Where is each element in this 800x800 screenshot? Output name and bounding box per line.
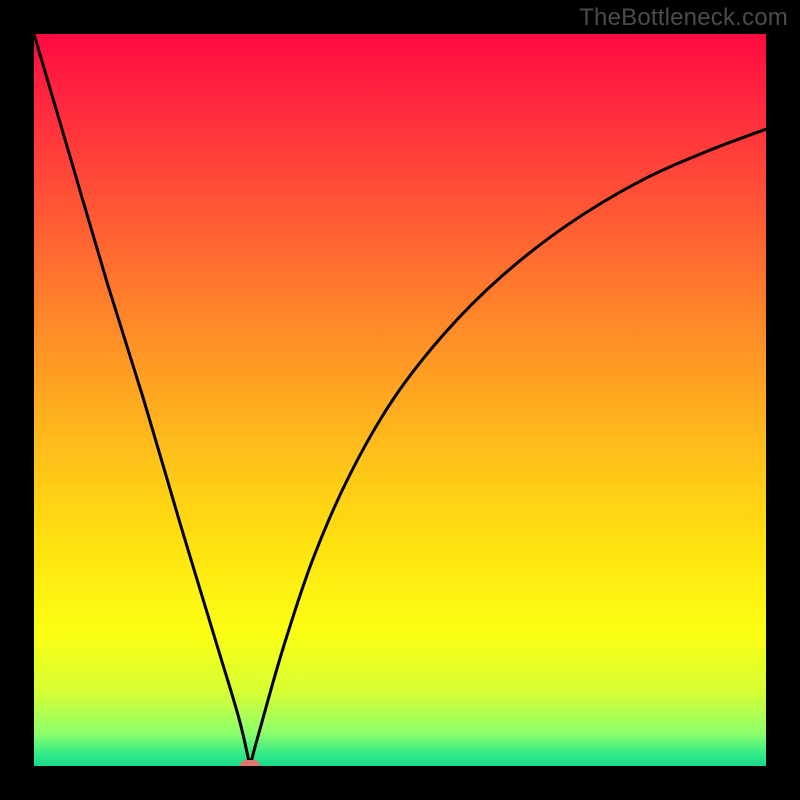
watermark-text: TheBottleneck.com <box>579 4 788 32</box>
chart-frame: TheBottleneck.com <box>0 0 800 800</box>
bottleneck-curve <box>34 34 766 766</box>
plot-area <box>34 34 766 766</box>
minimum-marker <box>240 760 260 766</box>
